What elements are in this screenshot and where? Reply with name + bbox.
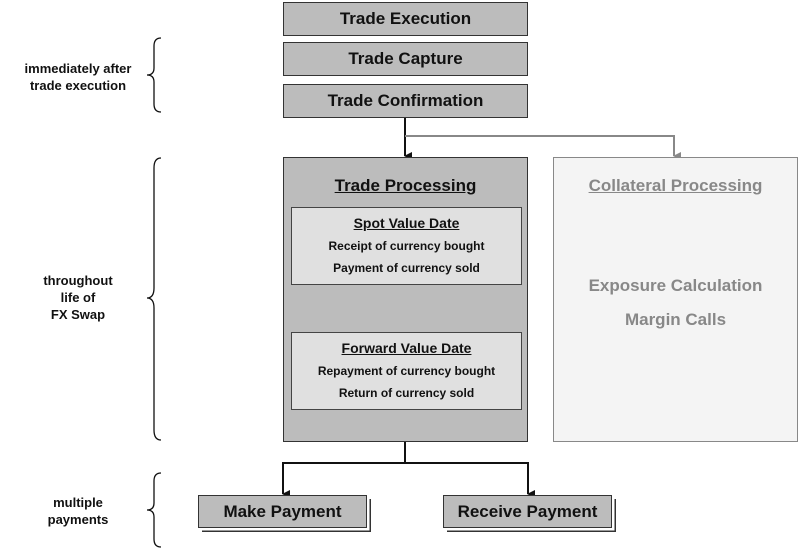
- spot-line: Receipt of currency bought: [328, 239, 485, 253]
- label-line: immediately after: [24, 61, 132, 76]
- trade-processing-title: Trade Processing: [334, 176, 477, 195]
- spot-line: Payment of currency sold: [333, 261, 480, 275]
- collateral-line: Margin Calls: [624, 310, 727, 329]
- forward-title: Forward Value Date: [341, 340, 472, 356]
- fx-swap-process-diagram: Trade Execution Trade Capture Trade Conf…: [0, 0, 800, 550]
- label-payments: multiple payments: [3, 494, 153, 528]
- collateral-line: Exposure Calculation: [588, 276, 763, 295]
- step-trade-execution: Trade Execution: [283, 2, 528, 36]
- label-line: multiple: [53, 495, 103, 510]
- step-trade-capture: Trade Capture: [283, 42, 528, 76]
- label-line: FX Swap: [50, 307, 106, 322]
- arrow-to-collateral: [405, 135, 681, 160]
- forward-value-date-box: Forward Value Date Repayment of currency…: [291, 332, 522, 410]
- collateral-title: Collateral Processing: [588, 176, 763, 195]
- step-trade-confirmation: Trade Confirmation: [283, 84, 528, 118]
- spot-title: Spot Value Date: [353, 215, 460, 231]
- spot-value-date-box: Spot Value Date Receipt of currency boug…: [291, 207, 522, 285]
- receive-payment-box: Receive Payment: [443, 495, 612, 528]
- collateral-processing-panel: Collateral Processing Exposure Calculati…: [553, 157, 798, 442]
- label-immediate: immediately after trade execution: [3, 60, 153, 94]
- forward-line: Repayment of currency bought: [317, 364, 496, 378]
- arrow-to-payments: [283, 442, 528, 464]
- make-payment-box: Make Payment: [198, 495, 367, 528]
- label-line: payments: [47, 512, 109, 527]
- label-life: throughout life of FX Swap: [3, 272, 153, 323]
- label-line: life of: [60, 290, 96, 305]
- trade-processing-panel: Trade Processing Spot Value Date Receipt…: [283, 157, 528, 442]
- forward-line: Return of currency sold: [338, 386, 475, 400]
- label-line: throughout: [43, 273, 113, 288]
- label-line: trade execution: [29, 78, 127, 93]
